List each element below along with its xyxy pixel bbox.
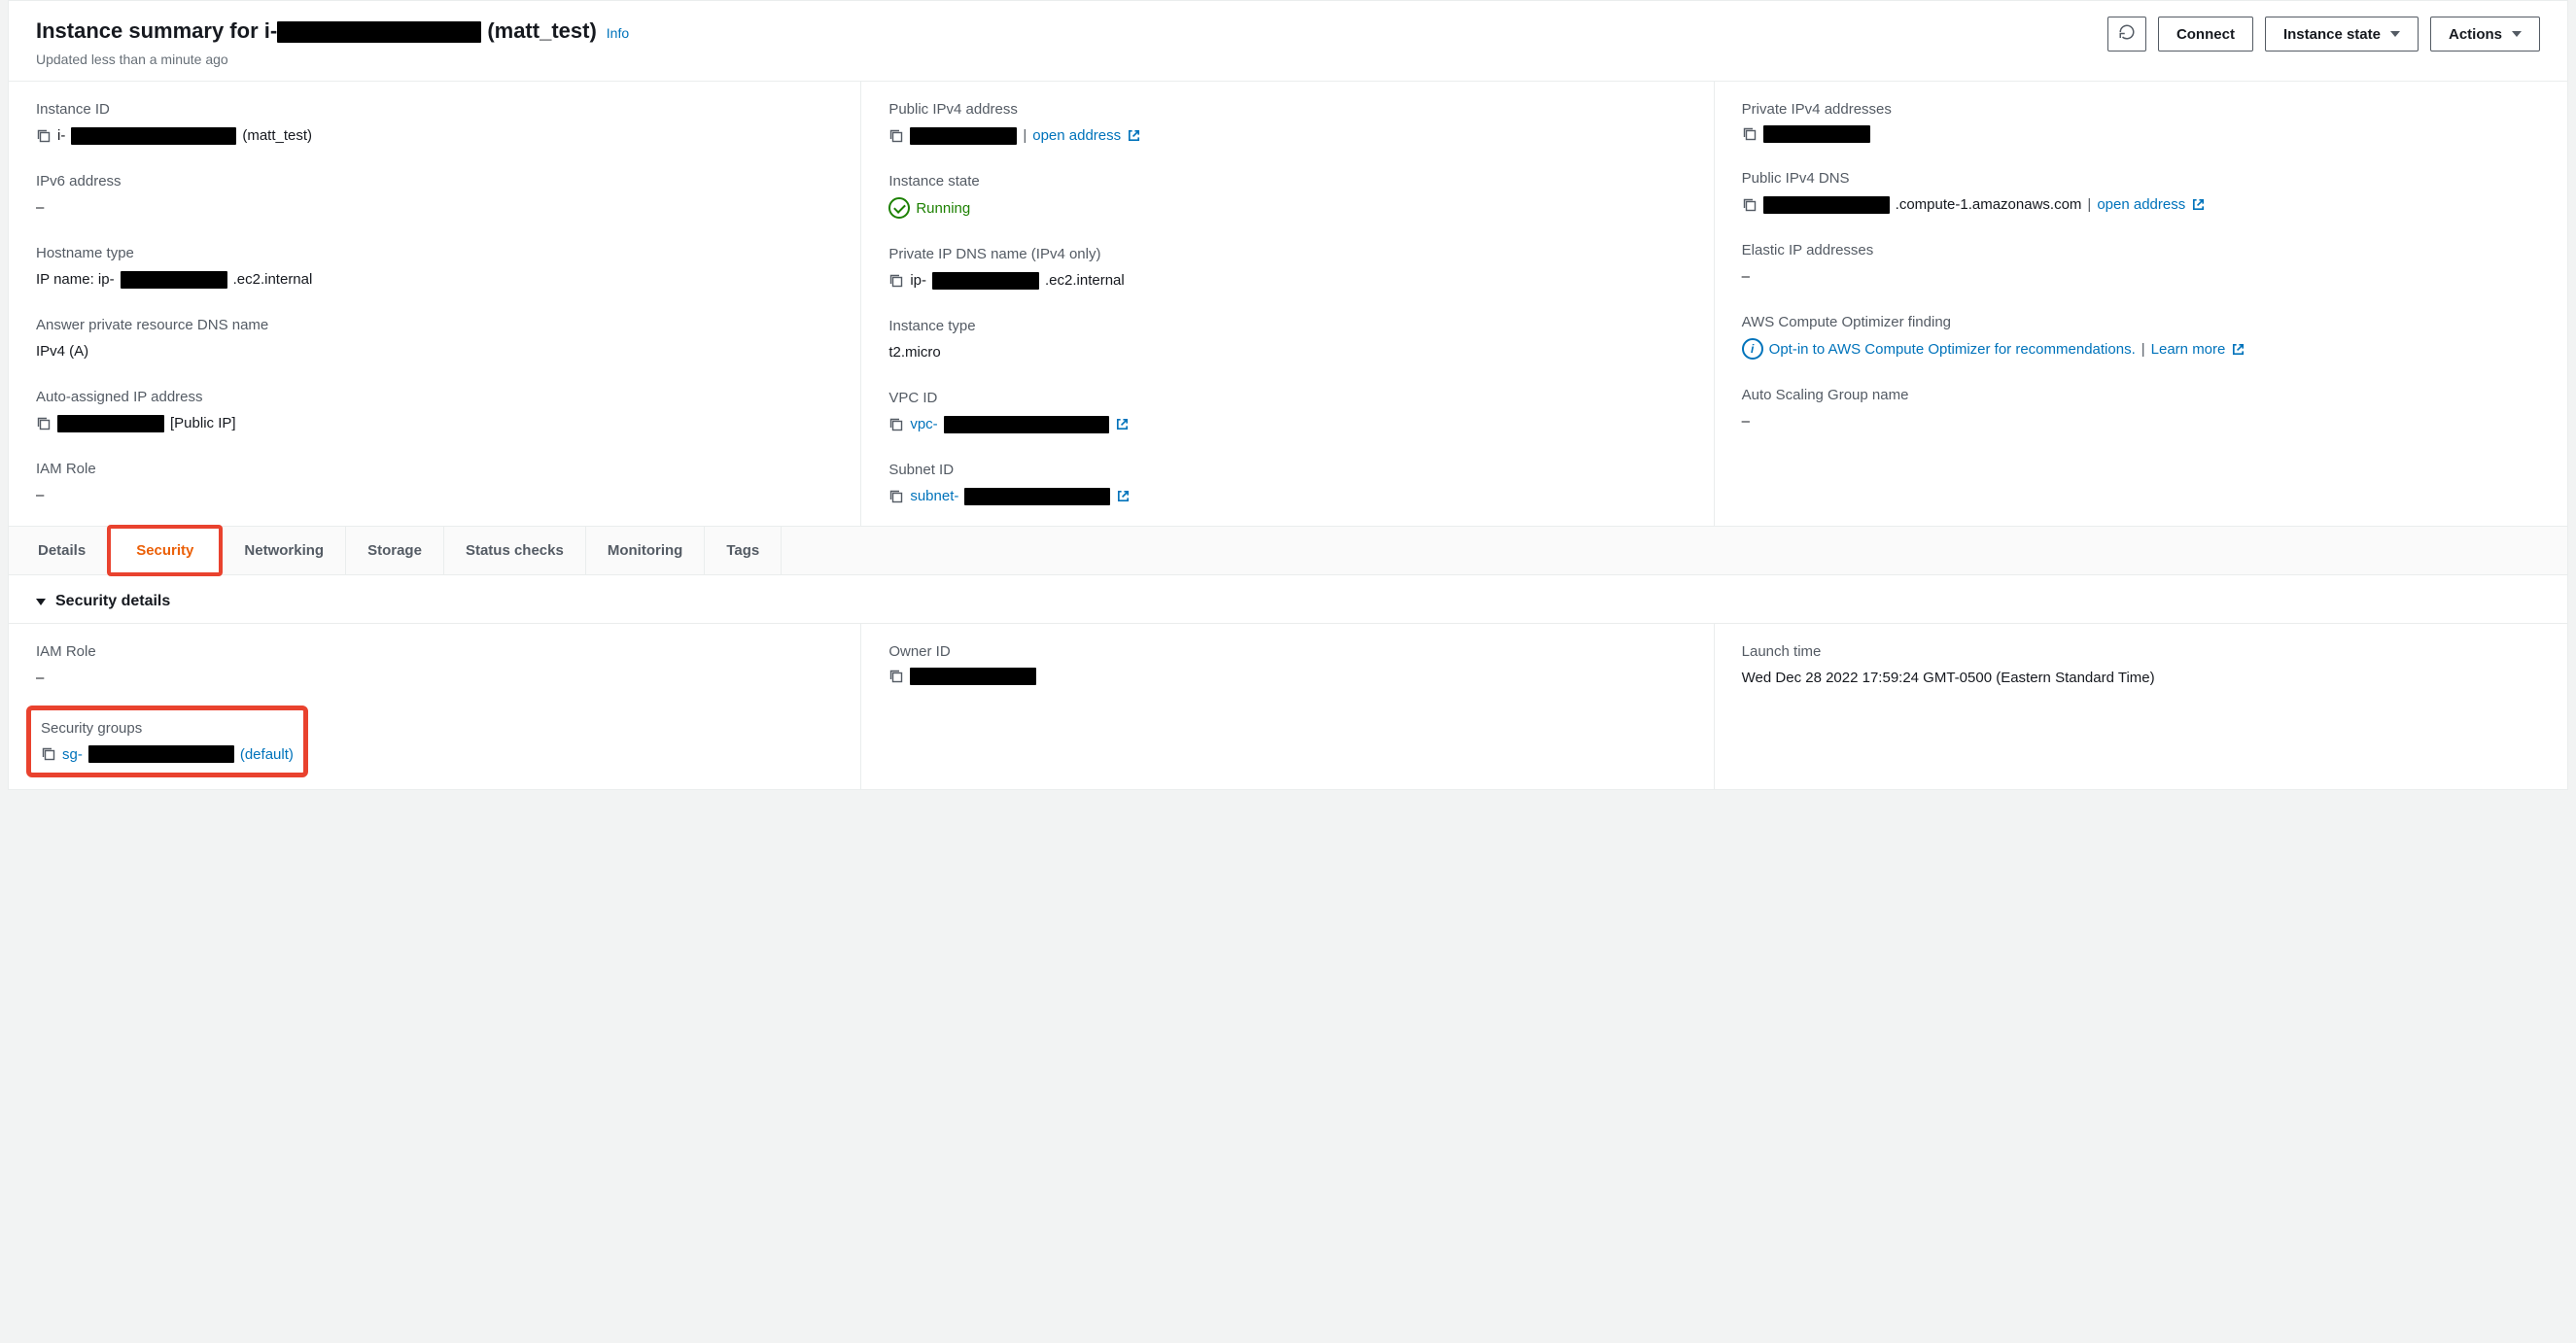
tab-monitoring[interactable]: Monitoring — [586, 527, 705, 574]
redacted — [1763, 196, 1890, 214]
instance-state-button[interactable]: Instance state — [2265, 17, 2419, 52]
sec-field-iam-role: IAM Role – — [36, 641, 833, 688]
open-address-link[interactable]: open address — [1032, 125, 1121, 146]
redacted-instance-id — [277, 21, 481, 43]
title-prefix: Instance summary for i- — [36, 18, 277, 43]
learn-more-link[interactable]: Learn more — [2151, 339, 2226, 360]
redacted — [964, 488, 1110, 505]
copy-icon[interactable] — [36, 128, 52, 144]
copy-icon[interactable] — [36, 416, 52, 431]
info-circle-icon: i — [1742, 338, 1763, 360]
info-link[interactable]: Info — [607, 24, 629, 44]
field-instance-type: Instance type t2.micro — [888, 316, 1686, 362]
vpc-link[interactable]: vpc- — [910, 414, 937, 434]
field-asg: Auto Scaling Group name – — [1742, 385, 2540, 431]
copy-icon[interactable] — [1742, 126, 1758, 142]
redacted — [932, 272, 1039, 290]
connect-button[interactable]: Connect — [2158, 17, 2253, 52]
external-link-icon — [1115, 417, 1130, 431]
copy-icon[interactable] — [888, 489, 904, 504]
tab-details[interactable]: Details — [36, 527, 107, 574]
external-link-icon — [1127, 128, 1141, 143]
triangle-down-icon — [36, 599, 46, 605]
last-updated: Updated less than a minute ago — [36, 51, 629, 70]
tab-tags[interactable]: Tags — [705, 527, 782, 574]
external-link-icon — [2231, 342, 2245, 357]
redacted — [910, 668, 1036, 685]
check-circle-icon — [888, 197, 910, 219]
sec-field-security-groups: Security groups sg- (default) — [36, 713, 833, 770]
page-title: Instance summary for i- (matt_test) Info — [36, 17, 629, 47]
sec-field-owner-id: Owner ID — [888, 641, 1686, 685]
highlight-security-tab: Security — [107, 525, 223, 576]
subnet-link[interactable]: subnet- — [910, 486, 958, 506]
caret-down-icon — [2512, 31, 2522, 37]
field-elastic-ip: Elastic IP addresses – — [1742, 240, 2540, 287]
copy-icon[interactable] — [888, 128, 904, 144]
field-answer-dns: Answer private resource DNS name IPv4 (A… — [36, 315, 833, 362]
field-public-dns: Public IPv4 DNS .compute-1.amazonaws.com… — [1742, 168, 2540, 215]
copy-icon[interactable] — [888, 669, 904, 684]
title-suffix: (matt_test) — [487, 18, 596, 43]
redacted — [910, 127, 1017, 145]
external-link-icon — [2191, 197, 2206, 212]
redacted — [88, 745, 234, 763]
copy-icon[interactable] — [888, 417, 904, 432]
tab-bar: Details Security Networking Storage Stat… — [9, 526, 2567, 575]
field-subnet-id: Subnet ID subnet- — [888, 460, 1686, 506]
open-address-link[interactable]: open address — [2097, 194, 2185, 215]
copy-icon[interactable] — [888, 273, 904, 289]
field-private-ipv4: Private IPv4 addresses — [1742, 99, 2540, 143]
field-private-dns: Private IP DNS name (IPv4 only) ip-.ec2.… — [888, 244, 1686, 291]
status-running: Running — [888, 197, 970, 219]
field-hostname-type: Hostname type IP name: ip-.ec2.internal — [36, 243, 833, 290]
sec-field-launch-time: Launch time Wed Dec 28 2022 17:59:24 GMT… — [1742, 641, 2540, 688]
redacted — [121, 271, 227, 289]
security-group-default[interactable]: (default) — [240, 744, 294, 765]
tab-status-checks[interactable]: Status checks — [444, 527, 586, 574]
refresh-button[interactable] — [2107, 17, 2146, 52]
highlight-security-groups: Security groups sg- (default) — [26, 706, 308, 777]
tab-storage[interactable]: Storage — [346, 527, 444, 574]
security-details-heading[interactable]: Security details — [9, 575, 2567, 622]
redacted — [1763, 125, 1870, 143]
actions-button[interactable]: Actions — [2430, 17, 2540, 52]
tab-networking[interactable]: Networking — [223, 527, 346, 574]
field-ipv6: IPv6 address – — [36, 171, 833, 218]
redacted — [71, 127, 236, 145]
field-instance-id: Instance ID i- (matt_test) — [36, 99, 833, 146]
field-iam-role: IAM Role – — [36, 459, 833, 505]
refresh-icon — [2118, 23, 2136, 45]
copy-icon[interactable] — [41, 746, 56, 762]
field-auto-ip: Auto-assigned IP address [Public IP] — [36, 387, 833, 433]
field-vpc-id: VPC ID vpc- — [888, 388, 1686, 434]
caret-down-icon — [2390, 31, 2400, 37]
redacted — [57, 415, 164, 432]
redacted — [944, 416, 1109, 433]
copy-icon[interactable] — [1742, 197, 1758, 213]
tab-security[interactable]: Security — [111, 529, 219, 572]
optin-optimizer-link[interactable]: Opt-in to AWS Compute Optimizer for reco… — [1769, 339, 2136, 360]
external-link-icon — [1116, 489, 1131, 503]
field-compute-optimizer: AWS Compute Optimizer finding i Opt-in t… — [1742, 312, 2540, 360]
field-instance-state: Instance state Running — [888, 171, 1686, 219]
security-group-link[interactable]: sg- — [62, 744, 83, 765]
field-public-ipv4: Public IPv4 address | open address — [888, 99, 1686, 146]
